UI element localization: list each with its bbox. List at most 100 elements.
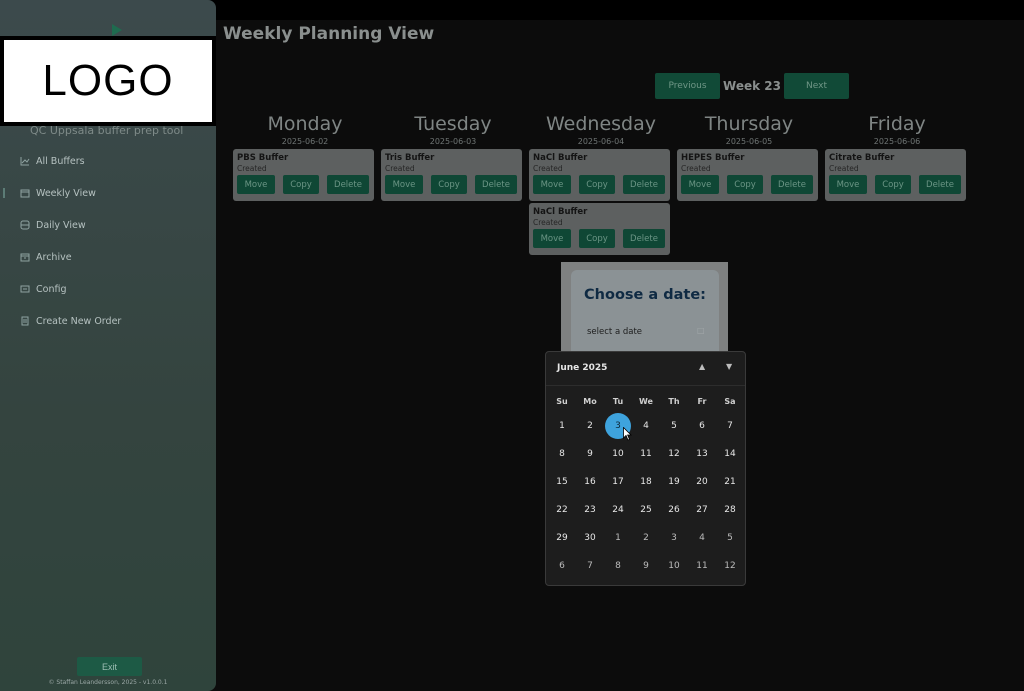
sidebar-item-all-buffers[interactable]: All Buffers [0,145,216,177]
sidebar-item-weekly-view[interactable]: Weekly View [0,177,216,209]
calendar-day[interactable]: 18 [632,468,660,496]
calendar-day[interactable]: 14 [716,440,744,468]
calendar-day-number: 4 [643,421,649,431]
buffer-card-actions: Move Copy Delete [533,229,666,248]
delete-button[interactable]: Delete [623,229,665,248]
exit-button[interactable]: Exit [77,657,142,676]
calendar-day[interactable]: 28 [716,496,744,524]
arrow-up-icon[interactable]: ▲ [699,362,705,371]
calendar-day[interactable]: 16 [576,468,604,496]
buffer-card: Tris Buffer Created Move Copy Delete [381,149,522,201]
mouse-cursor-icon [623,427,632,441]
calendar-day[interactable]: 10 [604,440,632,468]
calendar-picker-icon[interactable]: □ [697,326,705,335]
copy-button[interactable]: Copy [875,175,911,194]
database-icon [20,220,30,230]
calendar-day[interactable]: 26 [660,496,688,524]
calendar-day[interactable]: 8 [604,552,632,580]
calendar-day-number: 24 [612,505,624,515]
calendar-day[interactable]: 4 [632,412,660,440]
calendar-grid: Su Mo Tu We Th Fr Sa 1 2 3 4 5 6 7 8 9 10 11 12 13 14 15 16 17 1… [548,392,744,580]
calendar-day-number: 1 [615,533,621,543]
calendar-day[interactable]: 9 [632,552,660,580]
previous-week-button[interactable]: Previous [655,73,720,99]
calendar-day[interactable]: 25 [632,496,660,524]
config-icon [20,284,30,294]
logo: LOGO [0,36,216,126]
move-button[interactable]: Move [681,175,719,194]
sidebar-item-create-new-order[interactable]: Create New Order [0,305,216,337]
copy-button[interactable]: Copy [579,175,615,194]
calendar-day[interactable]: 19 [660,468,688,496]
move-button[interactable]: Move [385,175,423,194]
day-column-thursday: Thursday 2025-06-05 HEPES Buffer Created… [677,113,821,203]
calendar-day[interactable]: 20 [688,468,716,496]
next-week-button[interactable]: Next [784,73,849,99]
calendar-day[interactable]: 8 [548,440,576,468]
calendar-day[interactable]: 2 [576,412,604,440]
calendar-day-number: 28 [724,505,736,515]
calendar-day[interactable]: 10 [660,552,688,580]
delete-button[interactable]: Delete [327,175,369,194]
day-name: Tuesday [414,113,492,135]
calendar-day-number: 1 [559,421,565,431]
calendar-day[interactable]: 5 [660,412,688,440]
app-subtitle: QC Uppsala buffer prep tool [30,124,184,137]
calendar-header: June 2025 ▲ ▼ [546,352,745,386]
calendar-day[interactable]: 22 [548,496,576,524]
weekday-label: We [639,397,653,406]
buffer-card-status: Created [681,164,711,173]
calendar-day[interactable]: 4 [688,524,716,552]
calendar-day[interactable]: 27 [688,496,716,524]
calendar-month-label[interactable]: June 2025 [557,363,607,373]
calendar-day[interactable]: 7 [716,412,744,440]
calendar-day-number: 18 [640,477,652,487]
calendar-day-number: 22 [556,505,568,515]
delete-button[interactable]: Delete [623,175,665,194]
page-title: Weekly Planning View [223,24,435,44]
calendar-day[interactable]: 2 [632,524,660,552]
calendar-day[interactable]: 9 [576,440,604,468]
order-icon [20,316,30,326]
logo-text: LOGO [42,56,174,105]
delete-button[interactable]: Delete [919,175,961,194]
calendar-day[interactable]: 6 [548,552,576,580]
move-button[interactable]: Move [533,175,571,194]
calendar-day[interactable]: 12 [716,552,744,580]
calendar-day-number: 21 [724,477,736,487]
sidebar-nav: All Buffers Weekly View Daily View Archi… [0,145,216,337]
copy-button[interactable]: Copy [727,175,763,194]
calendar-day[interactable]: 1 [548,412,576,440]
date-input[interactable]: select a date [587,327,642,337]
calendar-day[interactable]: 23 [576,496,604,524]
calendar-day[interactable]: 1 [604,524,632,552]
calendar-day[interactable]: 17 [604,468,632,496]
calendar-day[interactable]: 30 [576,524,604,552]
calendar-day[interactable]: 13 [688,440,716,468]
calendar-day[interactable]: 11 [632,440,660,468]
calendar-day[interactable]: 24 [604,496,632,524]
copy-button[interactable]: Copy [431,175,467,194]
date-dialog-panel: Choose a date: select a date □ [571,270,719,352]
calendar-day[interactable]: 6 [688,412,716,440]
calendar-day[interactable]: 5 [716,524,744,552]
move-button[interactable]: Move [829,175,867,194]
sidebar-item-config[interactable]: Config [0,273,216,305]
delete-button[interactable]: Delete [771,175,813,194]
calendar-day[interactable]: 21 [716,468,744,496]
move-button[interactable]: Move [237,175,275,194]
calendar-day[interactable]: 15 [548,468,576,496]
calendar-day[interactable]: 11 [688,552,716,580]
sidebar-item-archive[interactable]: Archive [0,241,216,273]
calendar-day[interactable]: 3 [660,524,688,552]
calendar-day[interactable]: 12 [660,440,688,468]
copy-button[interactable]: Copy [283,175,319,194]
calendar-day[interactable]: 29 [548,524,576,552]
arrow-down-icon[interactable]: ▼ [726,362,732,371]
calendar-day[interactable]: 7 [576,552,604,580]
move-button[interactable]: Move [533,229,571,248]
day-date: 2025-06-02 [281,137,329,146]
sidebar-item-daily-view[interactable]: Daily View [0,209,216,241]
delete-button[interactable]: Delete [475,175,517,194]
copy-button[interactable]: Copy [579,229,615,248]
